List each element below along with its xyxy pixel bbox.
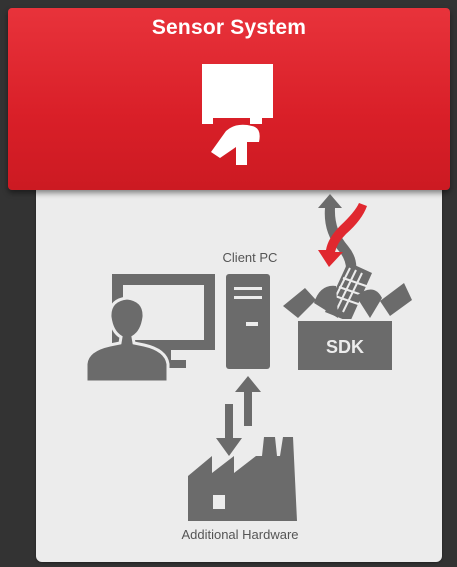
additional-hardware-label: Additional Hardware <box>181 527 299 542</box>
hardware-factory-icon <box>188 437 297 521</box>
diagram-page: Sensor System Client PC SDK Additional H… <box>0 0 457 567</box>
